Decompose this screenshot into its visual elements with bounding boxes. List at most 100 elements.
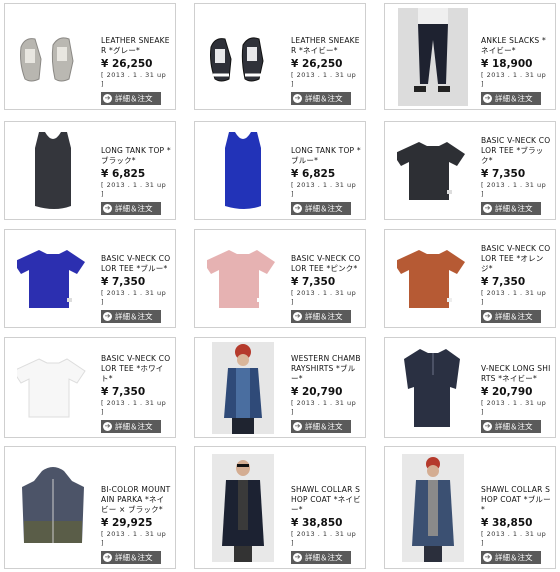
product-image[interactable]	[200, 341, 286, 434]
product-image[interactable]	[390, 452, 476, 563]
product-price: ¥ 38,850	[481, 517, 533, 529]
product-name[interactable]: LONG TANK TOP *ブルー*	[291, 146, 361, 166]
detail-order-button[interactable]: ➔ 詳細＆注文	[481, 420, 541, 433]
arrow-right-icon: ➔	[483, 312, 492, 321]
detail-order-label: 詳細＆注文	[305, 204, 343, 213]
product-card[interactable]: BASIC V-NECK COLOR TEE *ピンク* ¥ 7,350[ 201…	[194, 229, 366, 328]
detail-order-button[interactable]: ➔ 詳細＆注文	[481, 202, 541, 215]
product-date: [ 2013 . 1 . 31 up ]	[101, 181, 167, 198]
product-price: ¥ 26,250	[101, 58, 153, 70]
product-date: [ 2013 . 1 . 31 up ]	[481, 530, 547, 547]
detail-order-button[interactable]: ➔ 詳細＆注文	[291, 420, 351, 433]
arrow-right-icon: ➔	[483, 94, 492, 103]
product-price: ¥ 7,350	[481, 276, 526, 288]
product-name[interactable]: BI-COLOR MOUNTAIN PARKA *ネイビー × ブラック*	[101, 485, 171, 515]
detail-order-button[interactable]: ➔ 詳細＆注文	[101, 420, 161, 433]
product-image[interactable]	[200, 235, 286, 322]
detail-order-button[interactable]: ➔ 詳細＆注文	[101, 551, 161, 564]
product-card[interactable]: WESTERN CHAMBRAYSHIRTS *ブルー* ¥ 20,790[ 20…	[194, 337, 366, 438]
product-image[interactable]	[390, 343, 476, 432]
product-name[interactable]: V-NECK LONG SHIRTS *ネイビー*	[481, 364, 551, 384]
detail-order-label: 詳細＆注文	[495, 553, 533, 562]
product-image[interactable]	[10, 127, 96, 214]
detail-order-button[interactable]: ➔ 詳細＆注文	[291, 92, 351, 105]
detail-order-button[interactable]: ➔ 詳細＆注文	[481, 551, 541, 564]
arrow-right-icon: ➔	[293, 204, 302, 213]
product-image[interactable]	[10, 9, 96, 104]
product-image[interactable]	[10, 452, 96, 563]
detail-order-label: 詳細＆注文	[495, 204, 533, 213]
detail-order-button[interactable]: ➔ 詳細＆注文	[291, 310, 351, 323]
product-price: ¥ 29,925	[101, 517, 153, 529]
product-price: ¥ 7,350	[291, 276, 336, 288]
detail-order-button[interactable]: ➔ 詳細＆注文	[101, 202, 161, 215]
product-price: ¥ 38,850	[291, 517, 343, 529]
product-name[interactable]: BASIC V-NECK COLOR TEE *オレンジ*	[481, 244, 551, 274]
product-image[interactable]	[200, 9, 286, 104]
product-image[interactable]	[390, 235, 476, 322]
product-image[interactable]	[200, 127, 286, 214]
detail-order-label: 詳細＆注文	[495, 312, 533, 321]
product-card[interactable]: LEATHER SNEAKER *ネイビー* ¥ 26,250[ 2013 . 1…	[194, 3, 366, 110]
product-card[interactable]: SHAWL COLLAR SHOP COAT *ネイビー* ¥ 38,850[ 2…	[194, 446, 366, 569]
product-info: BI-COLOR MOUNTAIN PARKA *ネイビー × ブラック* ¥ 2…	[101, 447, 171, 564]
product-date: [ 2013 . 1 . 31 up ]	[101, 530, 167, 547]
detail-order-label: 詳細＆注文	[305, 312, 343, 321]
product-image[interactable]	[390, 127, 476, 214]
product-name[interactable]: SHAWL COLLAR SHOP COAT *ブルー*	[481, 485, 551, 515]
product-date: [ 2013 . 1 . 31 up ]	[291, 530, 357, 547]
product-name[interactable]: WESTERN CHAMBRAYSHIRTS *ブルー*	[291, 354, 361, 384]
detail-order-label: 詳細＆注文	[115, 94, 153, 103]
product-price: ¥ 7,350	[481, 168, 526, 180]
product-name[interactable]: BASIC V-NECK COLOR TEE *ブラック*	[481, 136, 551, 166]
arrow-right-icon: ➔	[293, 553, 302, 562]
detail-order-label: 詳細＆注文	[305, 94, 343, 103]
product-grid: LEATHER SNEAKER *グレー* ¥ 26,250 [ 2013 . 1 …	[0, 0, 560, 572]
product-info: LONG TANK TOP *ブラック* ¥ 6,825[ 2013 . 1 . …	[101, 122, 171, 215]
detail-order-button[interactable]: ➔ 詳細＆注文	[101, 310, 161, 323]
product-card[interactable]: SHAWL COLLAR SHOP COAT *ブルー* ¥ 38,850[ 20…	[384, 446, 556, 569]
product-info: SHAWL COLLAR SHOP COAT *ブルー* ¥ 38,850[ 20…	[481, 447, 551, 564]
product-date: [ 2013 . 1 . 31 up ]	[481, 71, 547, 88]
product-name[interactable]: ANKLE SLACKS *ネイビー*	[481, 36, 551, 56]
detail-order-label: 詳細＆注文	[305, 553, 343, 562]
product-name[interactable]: BASIC V-NECK COLOR TEE *ホワイト*	[101, 354, 171, 384]
product-card[interactable]: BASIC V-NECK COLOR TEE *ブラック* ¥ 7,350[ 20…	[384, 121, 556, 220]
detail-order-button[interactable]: ➔ 詳細＆注文	[291, 551, 351, 564]
product-name[interactable]: LONG TANK TOP *ブラック*	[101, 146, 171, 166]
product-price: ¥ 7,350	[101, 386, 146, 398]
product-info: BASIC V-NECK COLOR TEE *ブラック* ¥ 7,350[ 20…	[481, 122, 551, 215]
product-info: BASIC V-NECK COLOR TEE *ブルー* ¥ 7,350[ 201…	[101, 230, 171, 323]
detail-order-button[interactable]: ➔ 詳細＆注文	[481, 310, 541, 323]
product-name[interactable]: BASIC V-NECK COLOR TEE *ピンク*	[291, 254, 361, 274]
product-card[interactable]: ANKLE SLACKS *ネイビー* ¥ 18,900[ 2013 . 1 . …	[384, 3, 556, 110]
detail-order-label: 詳細＆注文	[115, 422, 153, 431]
product-info: LEATHER SNEAKER *ネイビー* ¥ 26,250[ 2013 . 1…	[291, 4, 361, 105]
product-info: LEATHER SNEAKER *グレー* ¥ 26,250[ 2013 . 1 …	[101, 4, 171, 105]
arrow-right-icon: ➔	[103, 422, 112, 431]
detail-order-button[interactable]: ➔ 詳細＆注文	[481, 92, 541, 105]
arrow-right-icon: ➔	[103, 94, 112, 103]
product-card[interactable]: BASIC V-NECK COLOR TEE *オレンジ* ¥ 7,350[ 20…	[384, 229, 556, 328]
product-name[interactable]: LEATHER SNEAKER *グレー*	[101, 36, 171, 56]
product-card[interactable]: BI-COLOR MOUNTAIN PARKA *ネイビー × ブラック* ¥ 2…	[4, 446, 176, 569]
product-image[interactable]	[390, 7, 476, 106]
product-card[interactable]: LONG TANK TOP *ブラック* ¥ 6,825[ 2013 . 1 . …	[4, 121, 176, 220]
product-card[interactable]: LEATHER SNEAKER *グレー* ¥ 26,250[ 2013 . 1 …	[4, 3, 176, 110]
product-image[interactable]	[10, 235, 96, 322]
product-card[interactable]: BASIC V-NECK COLOR TEE *ホワイト* ¥ 7,350[ 20…	[4, 337, 176, 438]
product-image[interactable]	[10, 343, 96, 432]
product-card[interactable]: LONG TANK TOP *ブルー* ¥ 6,825[ 2013 . 1 . 3…	[194, 121, 366, 220]
detail-order-button[interactable]: ➔ 詳細＆注文	[101, 92, 161, 105]
product-name[interactable]: SHAWL COLLAR SHOP COAT *ネイビー*	[291, 485, 361, 515]
product-image[interactable]	[200, 452, 286, 563]
arrow-right-icon: ➔	[103, 204, 112, 213]
detail-order-label: 詳細＆注文	[115, 204, 153, 213]
arrow-right-icon: ➔	[103, 312, 112, 321]
detail-order-button[interactable]: ➔ 詳細＆注文	[291, 202, 351, 215]
product-name[interactable]: LEATHER SNEAKER *ネイビー*	[291, 36, 361, 56]
product-card[interactable]: V-NECK LONG SHIRTS *ネイビー* ¥ 20,790[ 2013 …	[384, 337, 556, 438]
product-name[interactable]: BASIC V-NECK COLOR TEE *ブルー*	[101, 254, 171, 274]
product-price: ¥ 6,825	[291, 168, 336, 180]
product-card[interactable]: BASIC V-NECK COLOR TEE *ブルー* ¥ 7,350[ 201…	[4, 229, 176, 328]
